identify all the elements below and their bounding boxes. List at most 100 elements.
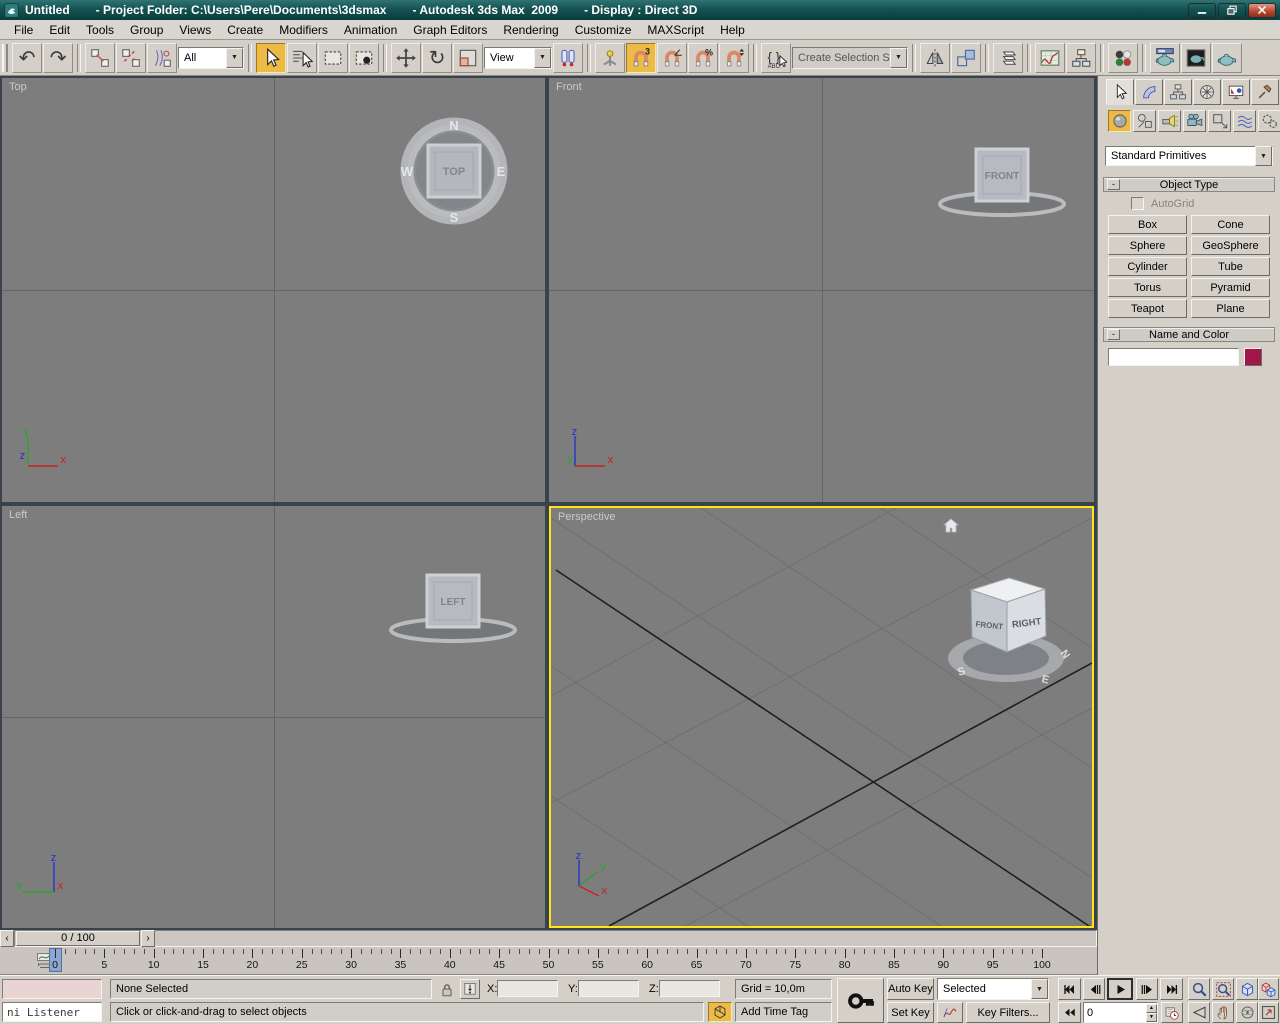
viewcube-home-icon[interactable] [941,516,961,536]
percent-snap-toggle-button[interactable]: % [688,42,718,73]
z-coordinate-input[interactable] [660,981,719,996]
object-type-button-tube[interactable]: Tube [1191,257,1270,276]
go-to-end-button[interactable] [1160,978,1183,1000]
menu-item-views[interactable]: Views [171,21,219,39]
compass-s[interactable]: S [450,210,459,225]
compass-e[interactable]: E [497,164,506,179]
undo-button[interactable]: ↶ [12,42,42,73]
window-crossing-button[interactable] [349,42,379,73]
viewport-top[interactable]: Top N S W E TOP y x z [2,78,545,502]
viewport-label-front[interactable]: Front [556,81,582,93]
menu-item-file[interactable]: File [6,21,41,39]
named-selection-set-dropdown[interactable]: Create Selection Set ▼ [792,46,908,69]
current-frame-input[interactable] [1084,1003,1140,1022]
selection-lock-toggle-icon[interactable] [438,981,456,999]
maximize-viewport-toggle-button[interactable] [1258,1002,1279,1023]
object-name-field[interactable] [1108,348,1239,366]
dropdown-arrow-icon[interactable]: ▼ [226,47,243,68]
object-type-button-cone[interactable]: Cone [1191,215,1270,234]
object-type-button-pyramid[interactable]: Pyramid [1191,278,1270,297]
viewport-left[interactable]: Left LEFT z y x [2,506,545,928]
subcategory-geometry-button[interactable] [1108,110,1131,132]
viewcube-face-label[interactable]: FRONT [985,171,1019,182]
name-color-rollout-header[interactable]: - Name and Color [1103,327,1275,342]
previous-frame-button[interactable] [1083,978,1105,1000]
angle-snap-toggle-button[interactable] [657,42,687,73]
render-setup-button[interactable] [1150,42,1180,73]
title-bar[interactable]: Untitled - Project Folder: C:\Users\Pere… [0,0,1280,20]
menu-item-create[interactable]: Create [219,21,271,39]
zoom-extents-all-button[interactable] [1258,978,1279,1000]
tab-create[interactable] [1106,79,1134,105]
viewcube-perspective[interactable]: S E N FRONT RIGHT [943,560,1073,692]
viewcube-face-label[interactable]: TOP [443,166,465,178]
viewcube-face-label[interactable]: LEFT [441,597,466,608]
viewcube-front[interactable]: FRONT [937,140,1067,220]
time-nudge-back-button[interactable]: ‹ [0,930,14,947]
layer-manager-button[interactable] [993,42,1023,73]
object-color-swatch[interactable] [1244,348,1262,366]
rollout-collapse-button[interactable]: - [1107,329,1120,340]
select-and-scale-button[interactable] [453,42,483,73]
play-animation-button[interactable] [1107,978,1133,1000]
edit-named-selection-sets-button[interactable]: { } ABC [761,42,791,73]
object-type-button-sphere[interactable]: Sphere [1108,236,1187,255]
subcategory-space-warps-button[interactable] [1233,110,1256,132]
track-bar[interactable]: 0 5 10 15 20 25 30 35 40 45 50 55 60 65 70 75 80 85 90 95 10… [0,947,1097,975]
select-by-name-button[interactable] [287,42,317,73]
compass-n[interactable]: N [449,118,458,133]
selection-filter-dropdown[interactable]: All ▼ [178,46,244,69]
auto-key-button[interactable]: Auto Key [887,978,934,1000]
subcategory-shapes-button[interactable] [1133,110,1156,132]
select-and-link-button[interactable] [85,42,115,73]
subcategory-systems-button[interactable] [1258,110,1280,132]
tab-utilities[interactable] [1251,79,1279,105]
field-of-view-button[interactable] [1188,1002,1210,1023]
snaps-toggle-3d-button[interactable]: 3 [626,42,656,73]
object-type-button-torus[interactable]: Torus [1108,278,1187,297]
menu-item-animation[interactable]: Animation [336,21,405,39]
x-coordinate-field[interactable] [497,980,558,997]
align-button[interactable] [951,42,981,73]
pan-view-button[interactable] [1212,1002,1234,1023]
object-type-button-teapot[interactable]: Teapot [1108,299,1187,318]
subcategory-cameras-button[interactable] [1183,110,1206,132]
dropdown-arrow-icon[interactable]: ▼ [1255,146,1272,166]
viewport-front[interactable]: Front FRONT z x y [549,78,1094,502]
material-editor-button[interactable] [1108,42,1138,73]
tab-hierarchy[interactable] [1164,79,1192,105]
time-nudge-forward-button[interactable]: › [141,930,155,947]
arc-rotate-button[interactable] [1236,1002,1258,1023]
subcategory-lights-button[interactable] [1158,110,1181,132]
redo-button[interactable]: ↷ [43,42,73,73]
current-frame-field[interactable]: ▲ ▼ [1083,1002,1158,1023]
menu-item-maxscript[interactable]: MAXScript [639,21,712,39]
adaptive-degradation-button[interactable] [708,1002,732,1022]
select-object-button[interactable] [256,42,286,73]
tab-display[interactable] [1222,79,1250,105]
menu-item-edit[interactable]: Edit [41,21,78,39]
menu-item-group[interactable]: Group [122,21,171,39]
spinner-snap-toggle-button[interactable] [719,42,749,73]
key-mode-toggle-button[interactable] [1058,1002,1081,1023]
bind-to-space-warp-button[interactable] [147,42,177,73]
dropdown-arrow-icon[interactable]: ▼ [890,47,907,68]
tab-modify[interactable] [1135,79,1163,105]
frame-spinner-up[interactable]: ▲ [1146,1003,1157,1013]
unlink-selection-button[interactable] [116,42,146,73]
object-type-button-geosphere[interactable]: GeoSphere [1191,236,1270,255]
use-pivot-point-center-button[interactable] [553,42,583,73]
viewcube-top[interactable]: N S W E TOP [398,114,510,228]
object-name-input[interactable] [1109,349,1238,365]
menu-item-tools[interactable]: Tools [78,21,122,39]
viewport-label-left[interactable]: Left [9,509,27,521]
viewcube-left[interactable]: LEFT [388,566,518,646]
schematic-view-button[interactable] [1066,42,1096,73]
zoom-all-button[interactable] [1212,978,1234,1000]
key-filters-button[interactable]: Key Filters... [966,1002,1050,1023]
maxscript-mini-listener[interactable]: ni Listener [2,1002,102,1022]
viewport-label-top[interactable]: Top [9,81,27,93]
close-button[interactable] [1248,2,1276,18]
absolute-offset-mode-button[interactable] [460,979,480,999]
reference-coordinate-system-dropdown[interactable]: View ▼ [484,46,552,69]
